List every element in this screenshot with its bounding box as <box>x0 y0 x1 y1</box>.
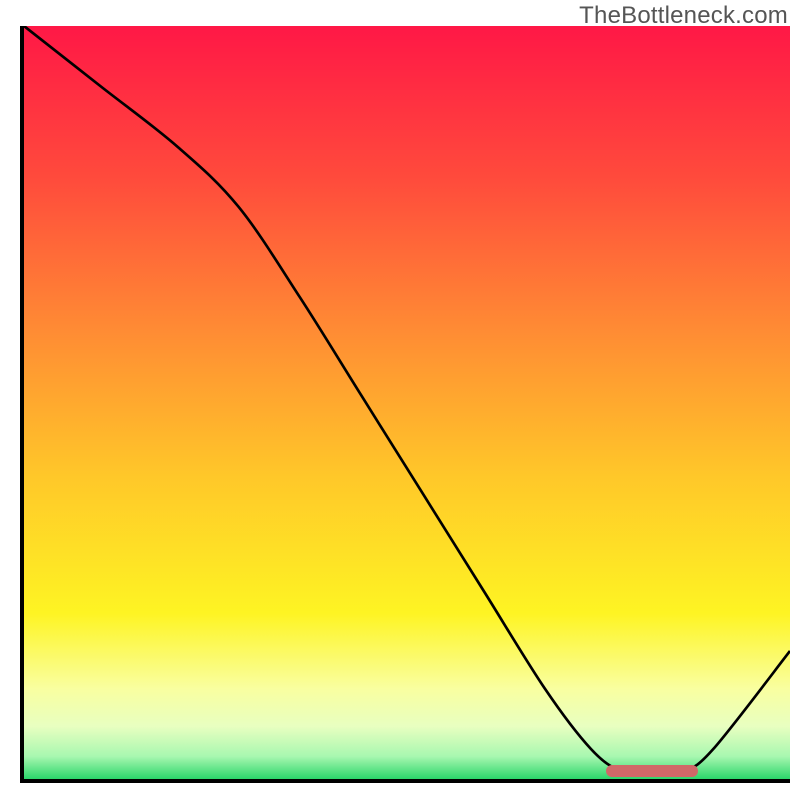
watermark-text: TheBottleneck.com <box>579 2 788 30</box>
bottleneck-curve <box>24 26 790 779</box>
plot-area <box>20 26 790 783</box>
optimal-range-marker <box>606 765 698 777</box>
chart-container: TheBottleneck.com <box>0 0 800 800</box>
curve-path <box>24 26 790 775</box>
